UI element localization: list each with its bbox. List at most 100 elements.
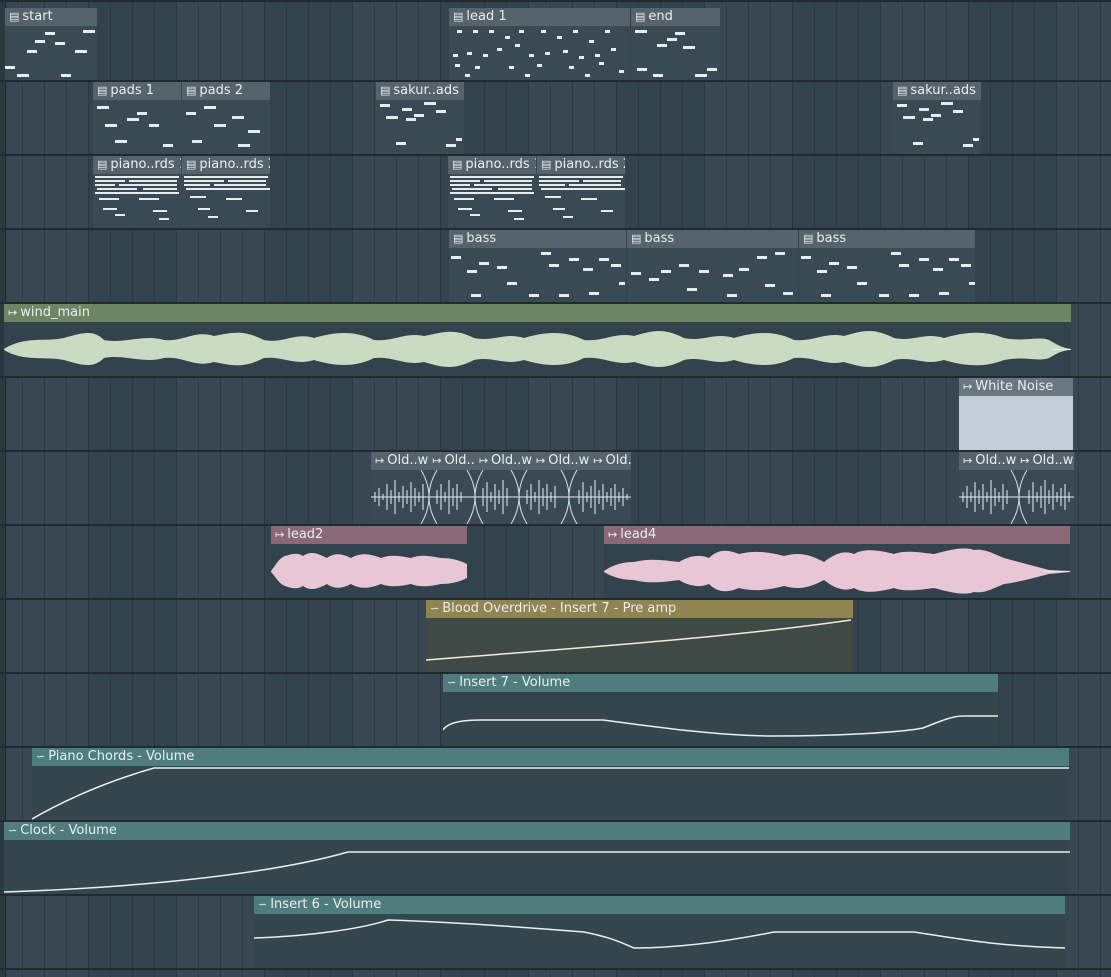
pattern-clip-end[interactable]: ▤ end — [631, 8, 720, 80]
audio-clip-white-noise[interactable]: ↦ White Noise — [959, 378, 1073, 450]
clip-label: end — [648, 9, 673, 24]
pattern-clip-icon: ▤ — [635, 10, 646, 23]
note-preview — [5, 26, 97, 80]
clip-label: wind_main — [20, 305, 90, 320]
pattern-clip-pads-2[interactable]: ▤ pads 2 — [182, 82, 270, 154]
automation-clip-clock-volume[interactable]: ∽ Clock - Volume — [4, 822, 1070, 894]
audio-clip-old-wer-group-2[interactable]: ↦Old..w↦Old..wer — [959, 452, 1074, 524]
audio-clip-icon: ↦ — [375, 454, 385, 467]
note-preview — [893, 100, 981, 154]
clip-label: pads 2 — [199, 83, 244, 98]
automation-clip-icon: ∽ — [36, 750, 46, 763]
audio-clip-icon: ↦ — [8, 306, 18, 319]
pattern-clip-bass[interactable]: ▤ bass — [799, 230, 975, 302]
track-divider — [0, 0, 1111, 2]
automation-clip-icon: ∽ — [447, 676, 457, 689]
note-preview — [537, 174, 625, 228]
pattern-clip-piano-rds-1[interactable]: ▤ piano..rds 1 — [93, 156, 181, 228]
clip-label: Insert 6 - Volume — [270, 897, 382, 912]
audio-clip-wind-main[interactable]: ↦ wind_main — [4, 304, 1071, 376]
clip-label: Clock - Volume — [20, 823, 117, 838]
note-preview — [627, 248, 798, 302]
clip-label: Old.. — [444, 453, 475, 468]
audio-clip-icon: ↦ — [963, 454, 973, 467]
clip-label: Old..w — [491, 453, 533, 468]
automation-clip-piano-chords-volume[interactable]: ∽ Piano Chords - Volume — [32, 748, 1069, 820]
clip-label: Old..w — [548, 453, 590, 468]
audio-clip-lead4[interactable]: ↦ lead4 — [604, 526, 1070, 598]
playlist-area[interactable]: ▤ start ▤ lead 1 ▤ end ▤ pads 1 ▤ pads 2… — [0, 0, 1111, 977]
clip-label: bass — [816, 231, 847, 246]
note-preview — [449, 248, 626, 302]
pattern-clip-icon: ▤ — [541, 158, 552, 171]
audio-clip-icon: ↦ — [275, 528, 285, 541]
note-preview — [631, 26, 720, 80]
clip-label: lead4 — [620, 527, 657, 542]
pattern-clip-icon: ▤ — [803, 232, 814, 245]
audio-clip-old-wer-group[interactable]: ↦Old..w↦Old..↦Old..w↦Old..w↦Old..wer — [371, 452, 631, 524]
automation-clip-blood-overdrive[interactable]: ∽ Blood Overdrive - Insert 7 - Pre amp — [426, 600, 853, 672]
pattern-clip-bass[interactable]: ▤ bass — [449, 230, 626, 302]
automation-clip-icon: ∽ — [430, 602, 440, 615]
clip-label: Insert 7 - Volume — [459, 675, 571, 690]
clip-label: piano..rds 1 — [465, 157, 536, 172]
automation-curve — [443, 692, 998, 746]
clip-label: lead2 — [287, 527, 324, 542]
pattern-clip-icon: ▤ — [631, 232, 642, 245]
clip-divider — [630, 8, 631, 26]
clip-label: bass — [644, 231, 675, 246]
pattern-clip-icon: ▤ — [186, 84, 197, 97]
automation-clip-icon: ∽ — [8, 824, 18, 837]
automation-clip-insert-7-volume[interactable]: ∽ Insert 7 - Volume — [443, 674, 998, 746]
note-preview — [93, 174, 181, 228]
audio-clip-icon: ↦ — [593, 454, 603, 467]
clip-label: piano..rds 2 — [554, 157, 625, 172]
pattern-clip-bass[interactable]: ▤ bass — [627, 230, 798, 302]
audio-clip-icon: ↦ — [478, 454, 489, 467]
clip-label: Old..wer — [1032, 453, 1074, 468]
pattern-clip-lead-1[interactable]: ▤ lead 1 — [449, 8, 630, 80]
clip-label: pads 1 — [110, 83, 155, 98]
clip-label: piano..rds 2 — [199, 157, 270, 172]
pattern-clip-piano-rds-2[interactable]: ▤ piano..rds 2 — [182, 156, 270, 228]
pattern-clip-icon: ▤ — [97, 158, 108, 171]
clip-label: start — [22, 9, 53, 24]
audio-clip-icon: ↦ — [432, 454, 442, 467]
audio-clip-icon: ↦ — [1020, 454, 1030, 467]
automation-curve — [32, 766, 1069, 820]
track-divider — [0, 968, 1111, 970]
note-preview — [799, 248, 975, 302]
pattern-clip-icon: ▤ — [453, 232, 464, 245]
clip-label: lead 1 — [466, 9, 507, 24]
clip-label: Blood Overdrive - Insert 7 - Pre amp — [442, 601, 677, 616]
pattern-clip-piano-rds-2[interactable]: ▤ piano..rds 2 — [537, 156, 625, 228]
clip-label: Old..w — [975, 453, 1017, 468]
waveform — [959, 396, 1073, 450]
clip-label: Piano Chords - Volume — [48, 749, 195, 764]
pattern-clip-start[interactable]: ▤ start — [5, 8, 97, 80]
pattern-clip-icon: ▤ — [453, 10, 464, 23]
automation-curve — [254, 914, 1065, 968]
audio-clip-icon: ↦ — [536, 454, 546, 467]
waveform — [371, 470, 631, 524]
pattern-clip-piano-rds-1[interactable]: ▤ piano..rds 1 — [448, 156, 536, 228]
clip-label: bass — [466, 231, 497, 246]
waveform — [959, 470, 1074, 524]
pattern-clip-icon: ▤ — [452, 158, 463, 171]
pattern-clip-icon: ▤ — [380, 84, 391, 97]
waveform — [271, 544, 467, 598]
pattern-clip-icon: ▤ — [897, 84, 908, 97]
automation-curve — [426, 618, 853, 672]
audio-clip-lead2[interactable]: ↦ lead2 — [271, 526, 467, 598]
audio-clip-icon: ↦ — [608, 528, 618, 541]
clip-label: White Noise — [975, 379, 1054, 394]
clip-label: Old..w — [387, 453, 429, 468]
clip-label: sakur..ads 2 — [910, 83, 981, 98]
pattern-clip-sakura-2[interactable]: ▤ sakur..ads 2 — [893, 82, 981, 154]
waveform — [4, 322, 1071, 376]
automation-curve — [4, 840, 1070, 894]
pattern-clip-sakura-1[interactable]: ▤ sakur..ads 1 — [376, 82, 464, 154]
automation-clip-insert-6-volume[interactable]: ∽ Insert 6 - Volume — [254, 896, 1065, 968]
pattern-clip-icon: ▤ — [186, 158, 197, 171]
pattern-clip-pads-1[interactable]: ▤ pads 1 — [93, 82, 181, 154]
